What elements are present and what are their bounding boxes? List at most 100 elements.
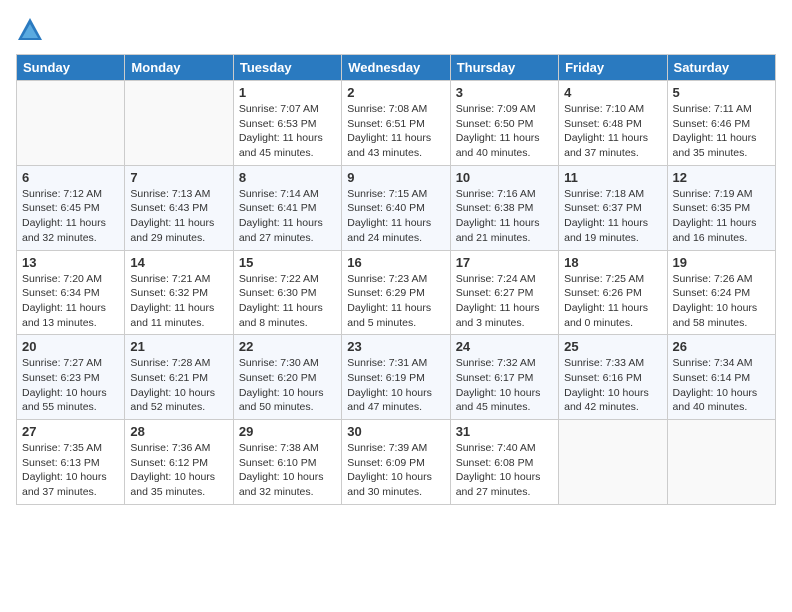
calendar-cell: 9 Sunrise: 7:15 AMSunset: 6:40 PMDaylight… xyxy=(342,165,450,250)
day-info: Sunrise: 7:22 AMSunset: 6:30 PMDaylight:… xyxy=(239,272,336,331)
day-number: 12 xyxy=(673,170,770,185)
day-info: Sunrise: 7:10 AMSunset: 6:48 PMDaylight:… xyxy=(564,102,661,161)
day-number: 30 xyxy=(347,424,444,439)
calendar-cell: 25 Sunrise: 7:33 AMSunset: 6:16 PMDayligh… xyxy=(559,335,667,420)
calendar-cell: 20 Sunrise: 7:27 AMSunset: 6:23 PMDayligh… xyxy=(17,335,125,420)
weekday-header-saturday: Saturday xyxy=(667,55,775,81)
calendar-cell: 2 Sunrise: 7:08 AMSunset: 6:51 PMDaylight… xyxy=(342,81,450,166)
day-number: 8 xyxy=(239,170,336,185)
day-number: 22 xyxy=(239,339,336,354)
day-info: Sunrise: 7:19 AMSunset: 6:35 PMDaylight:… xyxy=(673,187,770,246)
calendar-cell: 6Sunrise: 7:12 AMSunset: 6:45 PMDaylight… xyxy=(17,165,125,250)
day-number: 13 xyxy=(22,255,119,270)
calendar-cell: 13 Sunrise: 7:20 AMSunset: 6:34 PMDayligh… xyxy=(17,250,125,335)
calendar-cell: 14 Sunrise: 7:21 AMSunset: 6:32 PMDayligh… xyxy=(125,250,233,335)
weekday-header-wednesday: Wednesday xyxy=(342,55,450,81)
calendar-cell: 29Sunrise: 7:38 AMSunset: 6:10 PMDayligh… xyxy=(233,420,341,505)
day-number: 9 xyxy=(347,170,444,185)
calendar-cell: 5 Sunrise: 7:11 AMSunset: 6:46 PMDaylight… xyxy=(667,81,775,166)
day-info: Sunrise: 7:30 AMSunset: 6:20 PMDaylight:… xyxy=(239,356,336,415)
day-number: 21 xyxy=(130,339,227,354)
calendar-cell: 11 Sunrise: 7:18 AMSunset: 6:37 PMDayligh… xyxy=(559,165,667,250)
day-info: Sunrise: 7:35 AMSunset: 6:13 PMDaylight:… xyxy=(22,441,119,500)
day-info: Sunrise: 7:24 AMSunset: 6:27 PMDaylight:… xyxy=(456,272,553,331)
calendar-cell: 4 Sunrise: 7:10 AMSunset: 6:48 PMDaylight… xyxy=(559,81,667,166)
day-number: 11 xyxy=(564,170,661,185)
day-info: Sunrise: 7:14 AMSunset: 6:41 PMDaylight:… xyxy=(239,187,336,246)
logo-icon xyxy=(16,16,44,44)
day-info: Sunrise: 7:18 AMSunset: 6:37 PMDaylight:… xyxy=(564,187,661,246)
day-info: Sunrise: 7:25 AMSunset: 6:26 PMDaylight:… xyxy=(564,272,661,331)
calendar-cell: 3 Sunrise: 7:09 AMSunset: 6:50 PMDaylight… xyxy=(450,81,558,166)
day-info: Sunrise: 7:21 AMSunset: 6:32 PMDaylight:… xyxy=(130,272,227,331)
day-number: 23 xyxy=(347,339,444,354)
weekday-header-monday: Monday xyxy=(125,55,233,81)
calendar-cell: 27 Sunrise: 7:35 AMSunset: 6:13 PMDayligh… xyxy=(17,420,125,505)
day-number: 6 xyxy=(22,170,119,185)
calendar-week-5: 27 Sunrise: 7:35 AMSunset: 6:13 PMDayligh… xyxy=(17,420,776,505)
day-number: 10 xyxy=(456,170,553,185)
day-number: 16 xyxy=(347,255,444,270)
day-info: Sunrise: 7:11 AMSunset: 6:46 PMDaylight:… xyxy=(673,102,770,161)
calendar-cell: 17Sunrise: 7:24 AMSunset: 6:27 PMDayligh… xyxy=(450,250,558,335)
day-info: Sunrise: 7:40 AMSunset: 6:08 PMDaylight:… xyxy=(456,441,553,500)
day-number: 29 xyxy=(239,424,336,439)
day-info: Sunrise: 7:15 AMSunset: 6:40 PMDaylight:… xyxy=(347,187,444,246)
day-info: Sunrise: 7:16 AMSunset: 6:38 PMDaylight:… xyxy=(456,187,553,246)
day-info: Sunrise: 7:20 AMSunset: 6:34 PMDaylight:… xyxy=(22,272,119,331)
day-info: Sunrise: 7:09 AMSunset: 6:50 PMDaylight:… xyxy=(456,102,553,161)
day-number: 25 xyxy=(564,339,661,354)
day-number: 26 xyxy=(673,339,770,354)
page-header xyxy=(16,16,776,44)
day-number: 24 xyxy=(456,339,553,354)
day-number: 20 xyxy=(22,339,119,354)
weekday-header-tuesday: Tuesday xyxy=(233,55,341,81)
calendar-cell: 8 Sunrise: 7:14 AMSunset: 6:41 PMDaylight… xyxy=(233,165,341,250)
calendar-cell: 30 Sunrise: 7:39 AMSunset: 6:09 PMDayligh… xyxy=(342,420,450,505)
day-info: Sunrise: 7:27 AMSunset: 6:23 PMDaylight:… xyxy=(22,356,119,415)
day-info: Sunrise: 7:08 AMSunset: 6:51 PMDaylight:… xyxy=(347,102,444,161)
calendar-cell: 18 Sunrise: 7:25 AMSunset: 6:26 PMDayligh… xyxy=(559,250,667,335)
weekday-header-thursday: Thursday xyxy=(450,55,558,81)
weekday-header-friday: Friday xyxy=(559,55,667,81)
day-info: Sunrise: 7:33 AMSunset: 6:16 PMDaylight:… xyxy=(564,356,661,415)
day-info: Sunrise: 7:07 AMSunset: 6:53 PMDaylight:… xyxy=(239,102,336,161)
weekday-header-sunday: Sunday xyxy=(17,55,125,81)
day-info: Sunrise: 7:34 AMSunset: 6:14 PMDaylight:… xyxy=(673,356,770,415)
day-number: 14 xyxy=(130,255,227,270)
day-info: Sunrise: 7:31 AMSunset: 6:19 PMDaylight:… xyxy=(347,356,444,415)
day-info: Sunrise: 7:36 AMSunset: 6:12 PMDaylight:… xyxy=(130,441,227,500)
calendar-cell: 22 Sunrise: 7:30 AMSunset: 6:20 PMDayligh… xyxy=(233,335,341,420)
calendar-cell: 21 Sunrise: 7:28 AMSunset: 6:21 PMDayligh… xyxy=(125,335,233,420)
day-info: Sunrise: 7:23 AMSunset: 6:29 PMDaylight:… xyxy=(347,272,444,331)
calendar-cell: 16 Sunrise: 7:23 AMSunset: 6:29 PMDayligh… xyxy=(342,250,450,335)
calendar-cell: 1Sunrise: 7:07 AMSunset: 6:53 PMDaylight… xyxy=(233,81,341,166)
day-number: 28 xyxy=(130,424,227,439)
day-info: Sunrise: 7:32 AMSunset: 6:17 PMDaylight:… xyxy=(456,356,553,415)
day-number: 19 xyxy=(673,255,770,270)
day-number: 27 xyxy=(22,424,119,439)
calendar-cell: 26 Sunrise: 7:34 AMSunset: 6:14 PMDayligh… xyxy=(667,335,775,420)
day-number: 3 xyxy=(456,85,553,100)
day-number: 15 xyxy=(239,255,336,270)
logo xyxy=(16,16,48,44)
day-info: Sunrise: 7:28 AMSunset: 6:21 PMDaylight:… xyxy=(130,356,227,415)
calendar-cell: 10 Sunrise: 7:16 AMSunset: 6:38 PMDayligh… xyxy=(450,165,558,250)
day-number: 31 xyxy=(456,424,553,439)
day-number: 4 xyxy=(564,85,661,100)
day-number: 5 xyxy=(673,85,770,100)
calendar-cell: 28 Sunrise: 7:36 AMSunset: 6:12 PMDayligh… xyxy=(125,420,233,505)
calendar-cell: 23 Sunrise: 7:31 AMSunset: 6:19 PMDayligh… xyxy=(342,335,450,420)
calendar-cell: 24 Sunrise: 7:32 AMSunset: 6:17 PMDayligh… xyxy=(450,335,558,420)
calendar-week-3: 13 Sunrise: 7:20 AMSunset: 6:34 PMDayligh… xyxy=(17,250,776,335)
calendar-week-4: 20 Sunrise: 7:27 AMSunset: 6:23 PMDayligh… xyxy=(17,335,776,420)
day-info: Sunrise: 7:39 AMSunset: 6:09 PMDaylight:… xyxy=(347,441,444,500)
day-number: 7 xyxy=(130,170,227,185)
calendar-cell: 12 Sunrise: 7:19 AMSunset: 6:35 PMDayligh… xyxy=(667,165,775,250)
day-number: 18 xyxy=(564,255,661,270)
day-info: Sunrise: 7:13 AMSunset: 6:43 PMDaylight:… xyxy=(130,187,227,246)
day-number: 2 xyxy=(347,85,444,100)
calendar-cell: 15 Sunrise: 7:22 AMSunset: 6:30 PMDayligh… xyxy=(233,250,341,335)
day-info: Sunrise: 7:26 AMSunset: 6:24 PMDaylight:… xyxy=(673,272,770,331)
calendar-cell: 31 Sunrise: 7:40 AMSunset: 6:08 PMDayligh… xyxy=(450,420,558,505)
